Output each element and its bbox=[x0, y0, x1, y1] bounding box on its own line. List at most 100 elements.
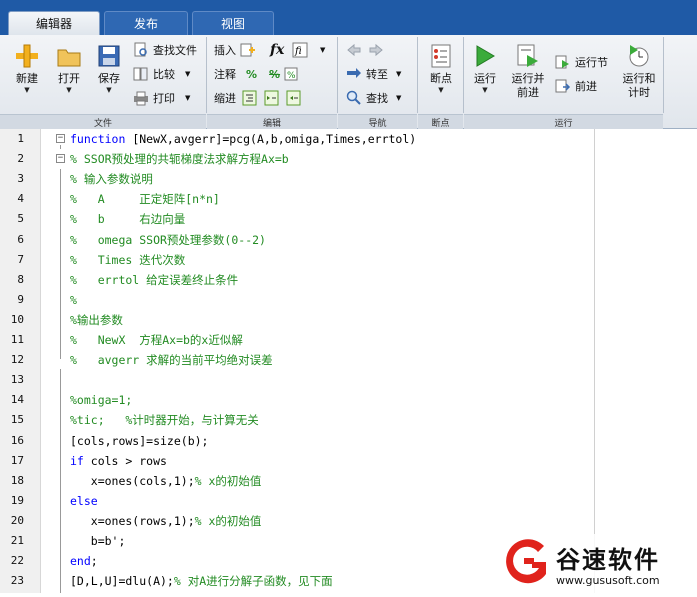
code-line[interactable]: 10 %输出参数 bbox=[0, 310, 697, 330]
run-and-advance-button[interactable]: 运行并 前进 bbox=[506, 43, 550, 100]
new-icon bbox=[16, 44, 38, 68]
run-time-label-line1: 运行和 bbox=[622, 72, 656, 85]
line-number: 13 bbox=[10, 373, 24, 387]
code-line[interactable]: 5 % b 右边向量 bbox=[0, 209, 697, 229]
comment-percent-icon: % bbox=[246, 67, 258, 81]
code-line[interactable]: 1 − function [NewX,avgerr]=pcg(A,b,omiga,T… bbox=[0, 129, 697, 149]
code-line[interactable]: 19 else bbox=[0, 491, 697, 511]
open-button[interactable]: 打开 ▼ bbox=[52, 43, 86, 95]
insert-button[interactable]: 插入 bbox=[214, 41, 256, 59]
run-and-advance-icon bbox=[517, 44, 538, 67]
code-line[interactable]: 9% bbox=[0, 290, 697, 310]
chevron-down-icon: ▼ bbox=[185, 94, 191, 102]
find-files-button[interactable]: 查找文件 bbox=[133, 41, 197, 59]
separator bbox=[417, 37, 418, 113]
code-line[interactable]: 17 if cols > rows bbox=[0, 451, 697, 471]
print-label: 打印 bbox=[153, 92, 175, 105]
chevron-down-icon: ▼ bbox=[320, 46, 326, 54]
back-forward-buttons[interactable] bbox=[346, 41, 384, 59]
code-line[interactable]: 6 % omega SSOR预处理参数(0--2) bbox=[0, 230, 697, 250]
file-group-label-text: 文件 bbox=[93, 118, 112, 129]
indent-button[interactable]: 缩进 bbox=[214, 89, 302, 107]
code-line[interactable]: 7 % Times 迭代次数 bbox=[0, 250, 697, 270]
line-number: 10 bbox=[10, 312, 24, 326]
fold-toggle-icon[interactable]: − bbox=[56, 134, 65, 143]
run-and-time-button[interactable]: 运行和 计时 bbox=[619, 43, 659, 100]
chevron-down-icon: ▼ bbox=[66, 86, 72, 94]
wrap-comments-icon[interactable]: % bbox=[284, 66, 300, 82]
tab-editor-label: 编辑器 bbox=[35, 17, 72, 31]
tab-view[interactable]: 视图 bbox=[192, 11, 274, 35]
increase-indent-icon[interactable] bbox=[264, 90, 280, 106]
forward-arrow-icon[interactable] bbox=[368, 42, 384, 58]
tab-publish[interactable]: 发布 bbox=[104, 11, 188, 35]
code-line[interactable]: 4 % A 正定矩阵[n*n] bbox=[0, 189, 697, 209]
insert-variable-button[interactable]: fi ▼ bbox=[292, 41, 325, 59]
code-line[interactable]: 16 [cols,rows]=size(b); bbox=[0, 431, 697, 451]
comment-button[interactable]: 注释 % % % bbox=[214, 65, 300, 83]
find-button[interactable]: 查找 ▼ bbox=[346, 89, 401, 107]
edit-group-label-text: 编辑 bbox=[262, 118, 281, 129]
code-line[interactable]: 13 bbox=[0, 370, 697, 390]
uncomment-percent-icon[interactable]: % bbox=[269, 68, 280, 81]
tab-publish-label: 发布 bbox=[133, 17, 158, 31]
line-number: 5 bbox=[17, 212, 24, 226]
line-number: 7 bbox=[17, 252, 24, 266]
breakpoints-icon bbox=[431, 44, 451, 68]
run-time-label-line2: 计时 bbox=[628, 86, 650, 99]
back-arrow-icon[interactable] bbox=[346, 42, 362, 58]
goto-button[interactable]: 转至 ▼ bbox=[346, 65, 401, 83]
insert-label: 插入 bbox=[214, 44, 236, 57]
code-line[interactable]: 20 x=ones(rows,1);% x的初始值 bbox=[0, 511, 697, 531]
function-variable-icon: fi bbox=[292, 42, 308, 58]
run-icon bbox=[476, 45, 495, 67]
save-button[interactable]: 保存 ▼ bbox=[92, 43, 126, 95]
line-number: 22 bbox=[10, 554, 24, 568]
fx-icon: fx bbox=[270, 42, 285, 58]
new-button[interactable]: 新建 ▼ bbox=[10, 43, 44, 95]
run-advance-label-line2: 前进 bbox=[517, 86, 539, 99]
line-number: 15 bbox=[10, 413, 24, 427]
chevron-down-icon: ▼ bbox=[24, 86, 30, 94]
code-line[interactable]: 15 %tic; %计时器开始，与计算无关 bbox=[0, 410, 697, 430]
breakpoints-group-label-text: 断点 bbox=[431, 118, 450, 129]
breakpoints-button[interactable]: 断点 ▼ bbox=[423, 43, 459, 95]
run-advance-label-line1: 运行并 bbox=[511, 72, 545, 85]
code-line[interactable]: 3 % 输入参数说明 bbox=[0, 169, 697, 189]
code-line[interactable]: 2 −% SSOR预处理的共轭梯度法求解方程Ax=b bbox=[0, 149, 697, 169]
code-text: % omega SSOR预处理参数(0--2) bbox=[70, 232, 266, 247]
advance-button[interactable]: 前进 bbox=[555, 77, 597, 95]
line-number: 9 bbox=[17, 292, 24, 306]
save-label: 保存 bbox=[98, 72, 120, 85]
tab-editor[interactable]: 编辑器 bbox=[8, 11, 100, 35]
advance-icon bbox=[555, 79, 571, 93]
code-text: else bbox=[70, 493, 98, 508]
goto-label: 转至 bbox=[366, 68, 388, 81]
code-text: % NewX 方程Ax=b的x近似解 bbox=[70, 333, 243, 347]
code-line[interactable]: 14 %omiga=1; bbox=[0, 390, 697, 410]
smart-indent-icon bbox=[242, 90, 257, 106]
insert-function-button[interactable]: fx bbox=[270, 41, 284, 59]
code-text: end; bbox=[70, 554, 98, 569]
code-line[interactable]: 12 % avgerr 求解的当前平均绝对误差 bbox=[0, 350, 697, 370]
compare-button[interactable]: 比较 ▼ bbox=[133, 65, 190, 83]
code-text: % SSOR预处理的共轭梯度法求解方程Ax=b bbox=[70, 152, 289, 167]
fold-toggle-icon[interactable]: − bbox=[56, 154, 65, 164]
code-text: b=b'; bbox=[70, 534, 126, 548]
run-and-time-icon bbox=[629, 45, 649, 67]
code-text: %omiga=1; bbox=[70, 393, 133, 408]
code-line[interactable]: 18 x=ones(cols,1);% x的初始值 bbox=[0, 471, 697, 491]
decrease-indent-icon[interactable] bbox=[286, 90, 302, 106]
svg-text:fi: fi bbox=[294, 46, 302, 57]
print-button[interactable]: 打印 ▼ bbox=[133, 89, 190, 107]
run-button[interactable]: 运行 ▼ bbox=[469, 43, 501, 95]
compare-icon bbox=[133, 67, 148, 81]
code-editor[interactable]: 1 − function [NewX,avgerr]=pcg(A,b,omiga,T… bbox=[0, 129, 697, 593]
code-line[interactable]: 8 % errtol 给定误差终止条件 bbox=[0, 270, 697, 290]
toolstrip-tab-bar: 编辑器 发布 视图 bbox=[0, 0, 697, 35]
code-text: % bbox=[70, 292, 77, 307]
tab-view-label: 视图 bbox=[220, 17, 245, 31]
run-section-button[interactable]: 运行节 bbox=[555, 53, 608, 71]
code-line[interactable]: 11 % NewX 方程Ax=b的x近似解 bbox=[0, 330, 697, 350]
line-number: 16 bbox=[10, 433, 24, 447]
